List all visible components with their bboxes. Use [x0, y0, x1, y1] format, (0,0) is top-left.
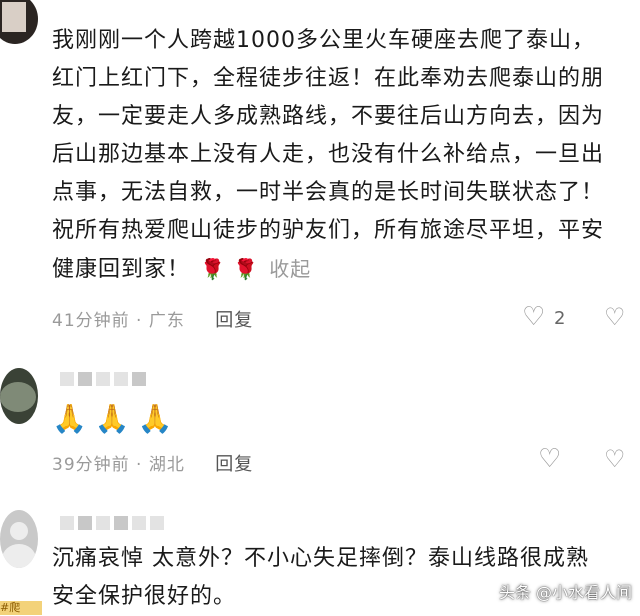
comment-text: 沉痛哀悼 太意外？不小心失足摔倒？泰山线路很成熟 安全保护很好的。: [52, 540, 632, 616]
comment-time: 39分钟前: [52, 455, 130, 475]
comment-line: 祝所有热爱爬山徒步的驴友们，所有旅途尽平坦，平安: [52, 218, 605, 243]
username-blurred[interactable]: [60, 516, 164, 530]
heart-outline-icon[interactable]: ♡: [522, 304, 545, 330]
comment-line: 沉痛哀悼 太意外？不小心失足摔倒？泰山线路很成熟: [52, 546, 589, 571]
broken-heart-icon[interactable]: ♡: [604, 446, 626, 472]
comment-line: 我刚刚一个人跨越1000多公里火车硬座去爬了泰山，: [52, 28, 595, 53]
reply-button[interactable]: 回复: [215, 310, 253, 331]
collapse-button[interactable]: 收起: [269, 257, 311, 281]
comment-line: 红门上红门下，全程徒步往返！在此奉劝去爬泰山的朋: [52, 66, 605, 91]
watermark: 头条 @小水看人间: [498, 583, 632, 602]
comment-text: 我刚刚一个人跨越1000多公里火车硬座去爬了泰山， 红门上红门下，全程徒步往返！…: [52, 22, 632, 289]
meta-separator: ·: [129, 455, 149, 475]
comment-line: 点事，无法自救，一时半会真的是长时间失联状态了！: [52, 180, 605, 205]
hashtag-tag[interactable]: #爬: [0, 601, 42, 615]
comment-line: 健康回到家！: [52, 257, 191, 282]
avatar[interactable]: [0, 368, 38, 424]
comment-location: 湖北: [148, 455, 185, 475]
username-blurred[interactable]: [60, 372, 146, 386]
rose-emoji: 🌹 🌹: [200, 257, 260, 281]
heart-outline-icon[interactable]: ♡: [538, 446, 561, 472]
comment-line: 后山那边基本上没有人走，也没有什么补给点，一旦出: [52, 142, 605, 167]
like-count: 2: [554, 308, 566, 329]
comment-time: 41分钟前: [52, 311, 130, 331]
avatar[interactable]: [0, 510, 38, 568]
comment-meta: 41分钟前 · 广东 回复: [52, 306, 253, 332]
comment-location: 广东: [148, 311, 185, 331]
comment-line: 友，一定要走人多成熟路线，不要往后山方向去，因为: [52, 104, 605, 129]
reply-button[interactable]: 回复: [215, 454, 253, 475]
meta-separator: ·: [129, 311, 149, 331]
comment-meta: 39分钟前 · 湖北 回复: [52, 450, 253, 476]
broken-heart-icon[interactable]: ♡: [604, 304, 626, 330]
avatar[interactable]: [0, 0, 38, 44]
comment-text: 🙏🙏🙏: [52, 402, 181, 435]
